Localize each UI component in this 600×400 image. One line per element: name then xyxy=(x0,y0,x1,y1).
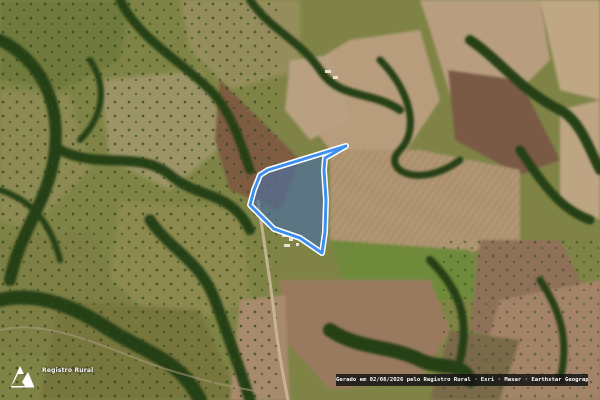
property-area-polygon[interactable] xyxy=(0,0,600,400)
satellite-map[interactable]: Registro Rural Gerado em 02/08/2026 pelo… xyxy=(0,0,600,400)
branding: Registro Rural xyxy=(8,362,93,388)
registro-rural-logo-icon xyxy=(11,366,34,388)
attribution-text: Gerado em 02/08/2026 pelo Registro Rural… xyxy=(336,374,588,386)
brand-name: Registro Rural xyxy=(42,367,94,374)
